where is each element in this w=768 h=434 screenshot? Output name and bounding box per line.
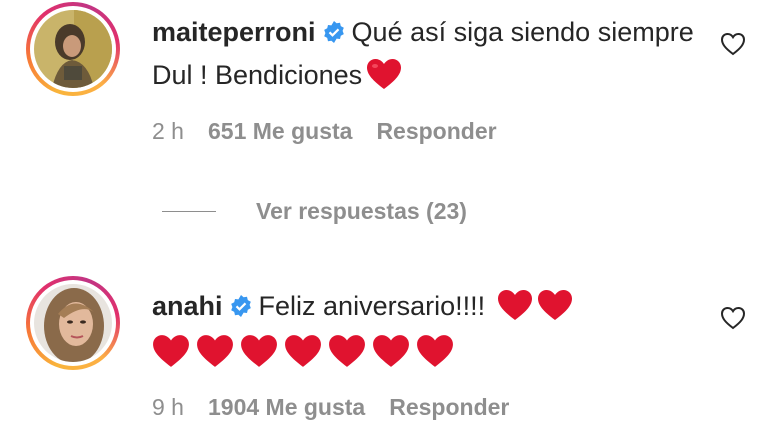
- comment-username[interactable]: maiteperroni: [152, 17, 316, 47]
- like-count-button[interactable]: 651 Me gusta: [208, 118, 352, 145]
- avatar-image: [34, 284, 112, 362]
- red-heart-emoji-icon: [373, 335, 409, 367]
- like-comment-1-button[interactable]: [720, 32, 746, 61]
- heart-outline-icon: [720, 306, 746, 330]
- red-heart-emoji-icon: [153, 335, 189, 367]
- heart-outline-icon: [720, 32, 746, 56]
- like-count-button[interactable]: 1904 Me gusta: [208, 394, 365, 421]
- red-heart-emoji-icon: [366, 58, 402, 101]
- heart-emoji-row: [152, 334, 712, 368]
- comment-username[interactable]: anahi: [152, 291, 223, 321]
- avatar-border: [30, 6, 116, 92]
- comment-time: 9 h: [152, 394, 184, 420]
- avatar-border: [30, 280, 116, 366]
- red-heart-emoji-icon: [497, 289, 533, 332]
- comment-time: 2 h: [152, 118, 184, 144]
- reply-button[interactable]: Responder: [389, 394, 509, 421]
- view-replies-label: Ver respuestas (23): [256, 198, 467, 224]
- comment-1-text: maiteperroni Qué así siga siendo siempre …: [152, 12, 712, 101]
- verified-badge-icon: [322, 15, 346, 55]
- avatar-maiteperroni[interactable]: [26, 2, 120, 96]
- red-heart-emoji-icon: [285, 335, 321, 367]
- replies-divider: [162, 211, 216, 212]
- avatar-anahi[interactable]: [26, 276, 120, 370]
- reply-button[interactable]: Responder: [376, 118, 496, 145]
- red-heart-emoji-icon: [329, 335, 365, 367]
- red-heart-emoji-icon: [197, 335, 233, 367]
- view-replies-button[interactable]: Ver respuestas (23): [162, 198, 467, 225]
- comment-2-meta: 9 h 1904 Me gusta Responder: [152, 394, 509, 421]
- comment-2-text: anahi Feliz aniversario!!!!: [152, 286, 712, 368]
- like-comment-2-button[interactable]: [720, 306, 746, 335]
- red-heart-emoji-icon: [241, 335, 277, 367]
- comment-body: Feliz aniversario!!!!: [258, 291, 486, 321]
- red-heart-emoji-icon: [417, 335, 453, 367]
- avatar-image: [34, 10, 112, 88]
- red-heart-emoji-icon: [537, 289, 573, 332]
- verified-badge-icon: [229, 289, 253, 329]
- comment-1-meta: 2 h 651 Me gusta Responder: [152, 118, 497, 145]
